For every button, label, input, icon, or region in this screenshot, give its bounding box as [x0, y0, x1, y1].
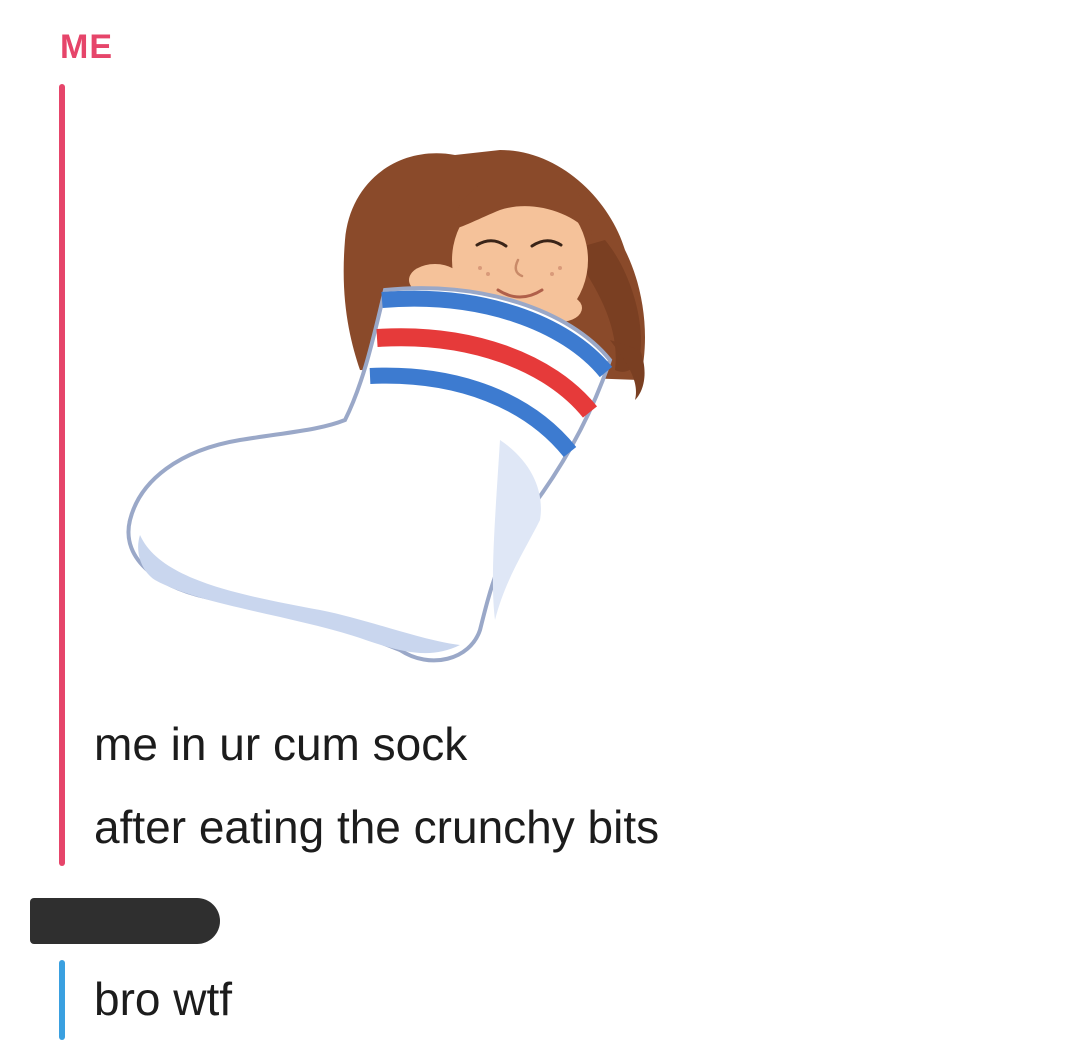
message-them: bro wtf [94, 973, 233, 1025]
sender-name-me: ME [60, 28, 113, 66]
message-bar-them [59, 960, 65, 1040]
message-me-line2: after eating the crunchy bits [94, 801, 660, 853]
message-me-line1: me in ur cum sock [94, 718, 468, 770]
message-bar-me [59, 84, 65, 866]
redacted-sender-name [30, 898, 220, 944]
bitmoji-sticker[interactable] [100, 140, 660, 680]
